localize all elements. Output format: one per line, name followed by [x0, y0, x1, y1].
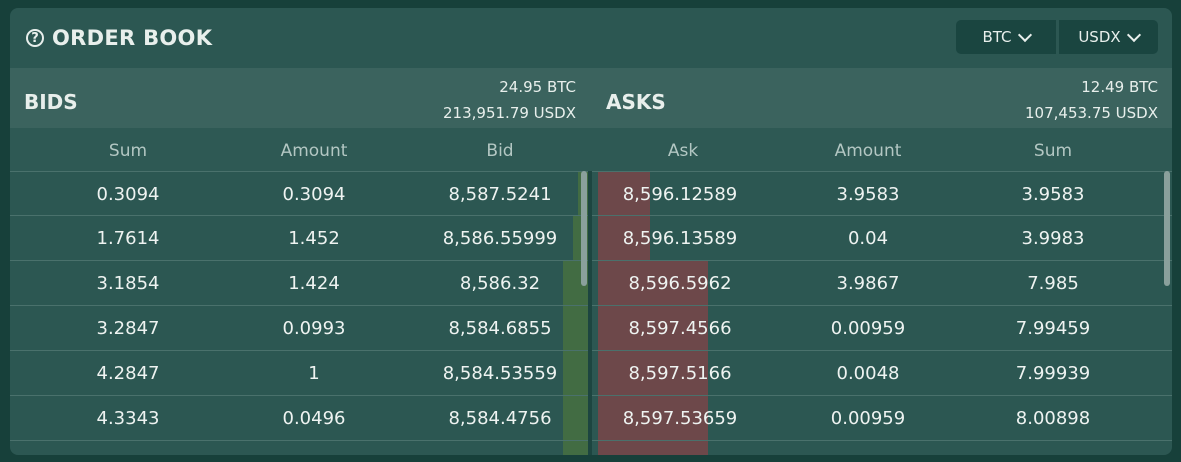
- ask-sum: 8.00898: [1015, 408, 1091, 429]
- bids-total-base: 24.95 BTC: [499, 78, 576, 96]
- order-book-panel: ? ORDER BOOK BTC USDX BIDS 24.95 BTC 213…: [10, 8, 1172, 455]
- ask-price: 8,597.53659: [622, 408, 738, 429]
- asks-amount-header: Amount: [834, 141, 902, 161]
- chevron-down-icon: [1126, 27, 1141, 42]
- ask-price: 8,596.5962: [628, 273, 732, 294]
- ask-price: 8,597.4566: [628, 318, 732, 339]
- bids-price-header: Bid: [486, 141, 514, 161]
- asks-total-quote: 107,453.75 USDX: [1025, 104, 1158, 122]
- bids-amount-header: Amount: [280, 141, 348, 161]
- asks-scrollbar[interactable]: [1164, 171, 1170, 286]
- bids-scrollbar[interactable]: [581, 171, 587, 286]
- summary-bar: [10, 68, 1172, 128]
- quote-currency-label: USDX: [1078, 28, 1121, 46]
- bids-totals: 24.95 BTC 213,951.79 USDX: [443, 74, 576, 126]
- ask-sum: 7.99459: [1015, 318, 1091, 339]
- ask-sum: 3.9583: [1021, 184, 1085, 205]
- title-wrap: ? ORDER BOOK: [26, 26, 212, 50]
- bids-label: BIDS: [24, 90, 78, 114]
- bids-total-quote: 213,951.79 USDX: [443, 104, 576, 122]
- asks-totals: 12.49 BTC 107,453.75 USDX: [1025, 74, 1158, 126]
- base-currency-label: BTC: [982, 28, 1012, 46]
- quote-currency-dropdown[interactable]: USDX: [1059, 20, 1158, 54]
- chevron-down-icon: [1017, 27, 1032, 42]
- base-currency-dropdown[interactable]: BTC: [956, 20, 1056, 54]
- ask-sum: 7.99939: [1015, 363, 1091, 384]
- book-divider: [588, 171, 592, 455]
- ask-sum: 3.9983: [1021, 228, 1085, 249]
- order-book-header: ? ORDER BOOK BTC USDX: [10, 8, 1172, 68]
- asks-price-header: Ask: [667, 141, 699, 161]
- ask-price: 8,596.13589: [622, 228, 738, 249]
- page-title: ORDER BOOK: [52, 26, 213, 50]
- ask-price: 8,596.12589: [622, 184, 738, 205]
- bids-sum-header: Sum: [108, 141, 148, 161]
- ask-price: 8,597.5166: [628, 363, 732, 384]
- help-icon[interactable]: ?: [26, 29, 44, 47]
- asks-sum-header: Sum: [1033, 141, 1073, 161]
- asks-label: ASKS: [606, 90, 666, 114]
- ask-sum: 7.985: [1027, 273, 1079, 294]
- asks-total-base: 12.49 BTC: [1081, 78, 1158, 96]
